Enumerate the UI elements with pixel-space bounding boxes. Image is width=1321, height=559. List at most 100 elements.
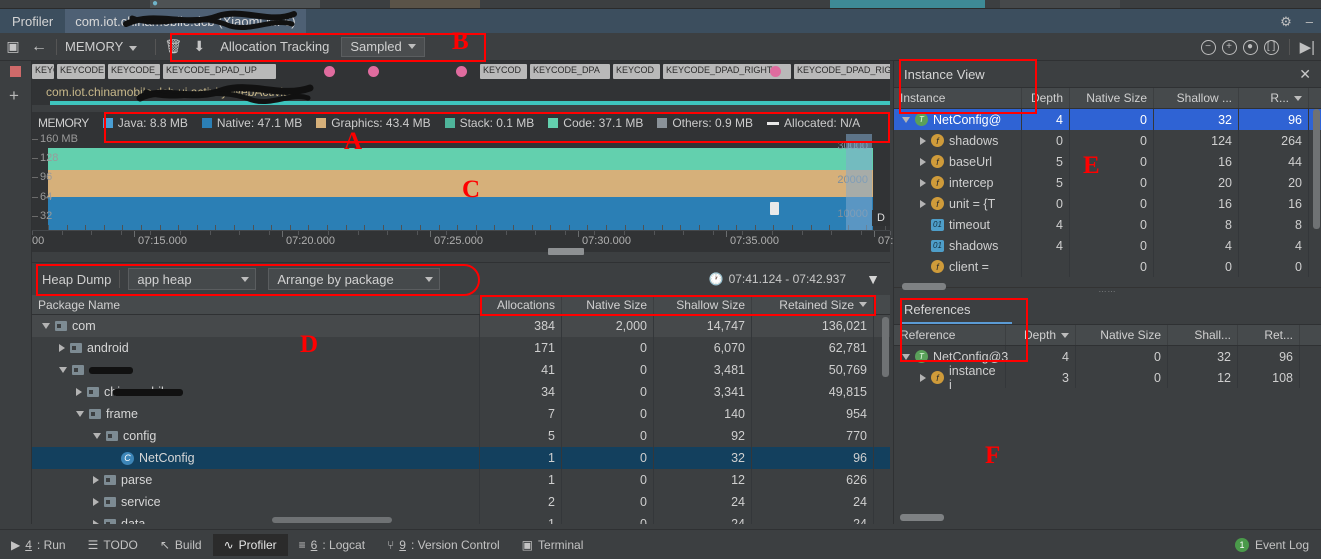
activity-timeline[interactable]: com.iot.chinamobile.dcb.ui.activity.WebA…: [32, 83, 890, 105]
event-keycode-chip[interactable]: KEYCODE_DPAD_RIG: [794, 64, 890, 79]
event-touch-dot[interactable]: [324, 66, 335, 77]
instance-row[interactable]: T NetConfig@ 4 0 32 96: [894, 109, 1321, 130]
heap-column-header[interactable]: Shallow Size: [654, 295, 752, 314]
panel-splitter[interactable]: ⋯⋯: [894, 287, 1321, 296]
statusbar-item-logcat[interactable]: ≡ 6: Logcat: [288, 534, 376, 556]
chevron-down-icon[interactable]: [59, 367, 67, 373]
zoom-in-icon[interactable]: +: [1221, 39, 1237, 55]
event-keycode-chip[interactable]: KEYCODE: [57, 64, 105, 79]
instance-view-scrollbar[interactable]: [1313, 109, 1320, 229]
event-keycode-chip[interactable]: KEYCO: [32, 64, 54, 79]
instance-column-header[interactable]: Shallow ...: [1154, 88, 1239, 108]
editor-tab-b[interactable]: [390, 0, 480, 8]
table-row[interactable]: frame 7 0 140 954: [32, 403, 890, 425]
chevron-down-icon[interactable]: [902, 116, 910, 123]
instance-row[interactable]: f intercep 5 0 20 20: [894, 172, 1321, 193]
event-keycode-chip[interactable]: KEYCODE_DPA: [530, 64, 610, 79]
zoom-to-selection-icon[interactable]: [ ]: [1263, 39, 1279, 55]
statusbar-item-terminal[interactable]: ▣ Terminal: [511, 534, 595, 556]
heap-column-header[interactable]: Native Size: [562, 295, 654, 314]
add-session-icon[interactable]: +: [9, 87, 19, 104]
references-hscrollbar[interactable]: [900, 514, 944, 521]
statusbar-item-todo[interactable]: ☰ TODO: [77, 534, 149, 556]
event-keycode-chip[interactable]: KEYCOD: [613, 64, 660, 79]
chevron-right-icon[interactable]: [920, 178, 926, 187]
chevron-down-icon[interactable]: [42, 323, 50, 329]
reference-column-header[interactable]: Ret...: [1238, 325, 1300, 345]
panel-toggle-icon[interactable]: ▣: [0, 34, 26, 60]
chevron-right-icon[interactable]: [59, 344, 65, 352]
heap-column-header[interactable]: Package Name: [32, 295, 480, 314]
instance-row[interactable]: f shadows 0 0 124 264: [894, 130, 1321, 151]
stop-session-icon[interactable]: [10, 66, 21, 77]
stage-selector[interactable]: MEMORY: [61, 39, 141, 54]
instance-row[interactable]: f baseUrl 5 0 16 44: [894, 151, 1321, 172]
heap-table-vscrollbar[interactable]: [882, 317, 889, 377]
table-row[interactable]: chinamobile3403,34149,815: [32, 381, 890, 403]
event-log-button[interactable]: 1 Event Log: [1234, 537, 1309, 552]
memory-chart[interactable]: 160 MB128966432 300002000010000 D: [32, 134, 890, 230]
chevron-down-icon[interactable]: [93, 433, 101, 439]
chevron-right-icon[interactable]: [93, 498, 99, 506]
reference-column-header[interactable]: Depth: [1006, 325, 1076, 345]
heap-dump-selection[interactable]: [846, 134, 872, 230]
statusbar-item-profiler[interactable]: ∿ Profiler: [212, 533, 288, 556]
instance-row[interactable]: 01 shadows 4 0 4 4: [894, 235, 1321, 256]
instance-row[interactable]: f unit = {T 0 0 16 16: [894, 193, 1321, 214]
editor-tab-d[interactable]: [1000, 0, 1120, 8]
statusbar-item-build[interactable]: ↖ Build: [149, 534, 213, 556]
chevron-right-icon[interactable]: [76, 388, 82, 396]
chevron-right-icon[interactable]: [93, 476, 99, 484]
instance-view-hscrollbar[interactable]: [902, 283, 946, 290]
heap-column-header[interactable]: Retained Size: [752, 295, 874, 314]
reference-column-header[interactable]: Native Size: [1076, 325, 1168, 345]
table-row[interactable]: C NetConfig 1 0 32 96: [32, 447, 890, 469]
gear-icon[interactable]: ⚙: [1280, 15, 1292, 28]
instance-column-header[interactable]: R...: [1239, 88, 1309, 108]
table-row[interactable]: android 171 0 6,070 62,781: [32, 337, 890, 359]
instance-column-header[interactable]: Depth: [1022, 88, 1070, 108]
chevron-right-icon[interactable]: [920, 373, 926, 382]
chevron-down-icon[interactable]: [902, 353, 910, 360]
back-arrow-icon[interactable]: ←: [26, 34, 52, 60]
event-keycode-chip[interactable]: KEYCOD: [480, 64, 527, 79]
reference-row[interactable]: f instance i 3 0 12 108: [894, 364, 1321, 392]
instance-row[interactable]: f client = 000: [894, 256, 1321, 277]
chevron-right-icon[interactable]: [920, 136, 926, 145]
event-timeline[interactable]: KEYCOKEYCODEKEYCODE_KEYCODE_DPAD_UP KEYCO…: [32, 61, 890, 83]
chevron-right-icon[interactable]: [920, 157, 926, 166]
instance-column-header[interactable]: Instance: [894, 88, 1022, 108]
minimize-icon[interactable]: –: [1306, 15, 1313, 28]
instance-column-header[interactable]: Native Size: [1070, 88, 1154, 108]
session-title[interactable]: com.iot.chinamobile.dcb (Xiaomi MI 6): [65, 9, 306, 33]
statusbar-item-versioncontrol[interactable]: ⑂ 9: Version Control: [376, 534, 511, 556]
reset-zoom-icon[interactable]: ●: [1242, 39, 1258, 55]
chevron-right-icon[interactable]: [920, 199, 926, 208]
table-row[interactable]: service 2 0 24 24: [32, 491, 890, 513]
zoom-out-icon[interactable]: −: [1200, 39, 1216, 55]
instance-row[interactable]: 01 timeout 4 0 8 8: [894, 214, 1321, 235]
reference-column-header[interactable]: Reference: [894, 325, 1006, 345]
heap-table-hscrollbar[interactable]: [272, 517, 392, 523]
chevron-down-icon[interactable]: [76, 411, 84, 417]
reference-column-header[interactable]: Shall...: [1168, 325, 1238, 345]
heap-select[interactable]: app heap: [128, 268, 257, 290]
trash-icon[interactable]: 🗑: [160, 34, 186, 60]
gc-event-marker[interactable]: [770, 202, 779, 215]
event-touch-dot[interactable]: [368, 66, 379, 77]
editor-tab-a[interactable]: [150, 0, 320, 8]
download-icon[interactable]: ⬇: [186, 34, 212, 60]
table-row[interactable]: 41 0 3,481 50,769: [32, 359, 890, 381]
references-tab[interactable]: References: [894, 294, 1321, 324]
event-touch-dot[interactable]: [456, 66, 467, 77]
chevron-right-icon[interactable]: [93, 520, 99, 524]
arrange-select[interactable]: Arrange by package: [268, 268, 441, 290]
event-touch-dot[interactable]: [770, 66, 781, 77]
table-row[interactable]: com 384 2,000 14,747 136,021: [32, 315, 890, 337]
allocation-tracking-mode-select[interactable]: Sampled: [341, 36, 425, 57]
editor-tab-c[interactable]: [830, 0, 985, 8]
table-row[interactable]: parse 1 0 12 626: [32, 469, 890, 491]
jump-to-live-icon[interactable]: ▶|: [1300, 40, 1315, 55]
table-row[interactable]: config 5 0 92 770: [32, 425, 890, 447]
statusbar-item-run[interactable]: ▶ 4: Run: [0, 534, 77, 556]
